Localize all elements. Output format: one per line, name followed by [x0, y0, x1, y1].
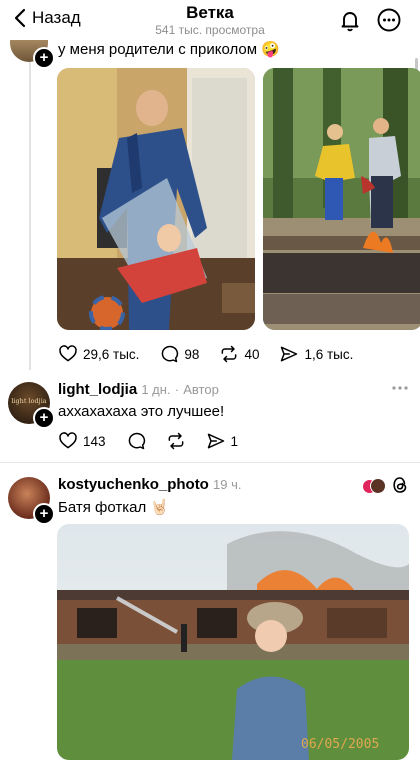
- post-photo-2[interactable]: [263, 68, 420, 330]
- username[interactable]: kostyuchenko_photo: [58, 476, 209, 493]
- like-count: 29,6 тыс.: [83, 346, 140, 362]
- reply-text: аххахахаха это лучшее!: [58, 403, 225, 420]
- top-bar: Назад Ветка 541 тыс. просмотра: [0, 0, 420, 40]
- post-text: у меня родители с приколом 🤪: [58, 41, 280, 58]
- heart-icon: [59, 345, 77, 362]
- post-photo-1[interactable]: [57, 68, 255, 330]
- avatar-text: light lodjia: [11, 397, 47, 405]
- liked-by-avatars[interactable]: [362, 477, 386, 494]
- reply-actions: 143 1: [58, 431, 238, 451]
- heart-icon: [59, 432, 77, 449]
- follow-plus-icon[interactable]: +: [33, 407, 55, 429]
- username[interactable]: light_lodjia: [58, 381, 137, 398]
- more-options-icon[interactable]: [377, 8, 401, 32]
- photo-date: 06/05/2005: [301, 737, 379, 752]
- avatar: [370, 478, 386, 494]
- author-badge: Автор: [183, 382, 219, 397]
- share-button[interactable]: 1,6 тыс.: [279, 344, 353, 364]
- follow-plus-icon[interactable]: +: [33, 47, 55, 69]
- comment-icon: [162, 345, 179, 363]
- comment-button[interactable]: 98: [159, 344, 199, 364]
- reply-header: light_lodjia 1 дн. · Автор: [58, 381, 219, 398]
- like-button[interactable]: 29,6 тыс.: [58, 344, 139, 364]
- crazy-face-emoji: 🤪: [261, 41, 280, 58]
- divider: [0, 462, 420, 463]
- send-icon: [281, 346, 298, 362]
- timestamp: 19 ч.: [213, 477, 242, 492]
- post-actions: 29,6 тыс. 98 40 1,6 тыс.: [58, 344, 378, 364]
- rock-hand-emoji: 🤘🏻: [150, 499, 170, 516]
- share-count: 1: [230, 433, 239, 449]
- more-icon[interactable]: [391, 381, 409, 395]
- separator: ·: [174, 382, 180, 397]
- threads-logo-icon[interactable]: [392, 476, 408, 494]
- share-button[interactable]: 1: [206, 431, 239, 451]
- bell-icon[interactable]: [338, 8, 362, 32]
- like-count: 143: [83, 433, 106, 449]
- comment-count: 98: [184, 346, 200, 362]
- post-text: Батя фоткал 🤘🏻: [58, 499, 170, 516]
- thread-line: [29, 62, 31, 370]
- repost-button[interactable]: [166, 431, 186, 451]
- comment-icon: [128, 432, 145, 450]
- comment-button[interactable]: [126, 431, 146, 451]
- repost-icon: [168, 432, 183, 450]
- share-count: 1,6 тыс.: [304, 346, 354, 362]
- repost-button[interactable]: 40: [219, 344, 259, 364]
- like-button[interactable]: 143: [58, 431, 106, 451]
- repost-icon: [222, 345, 237, 363]
- send-icon: [207, 433, 224, 449]
- follow-plus-icon[interactable]: +: [33, 503, 55, 525]
- post-header: kostyuchenko_photo 19 ч.: [58, 476, 242, 493]
- post-photo-3[interactable]: 06/05/2005: [57, 524, 409, 760]
- repost-count: 40: [244, 346, 260, 362]
- timestamp: 1 дн.: [141, 382, 171, 397]
